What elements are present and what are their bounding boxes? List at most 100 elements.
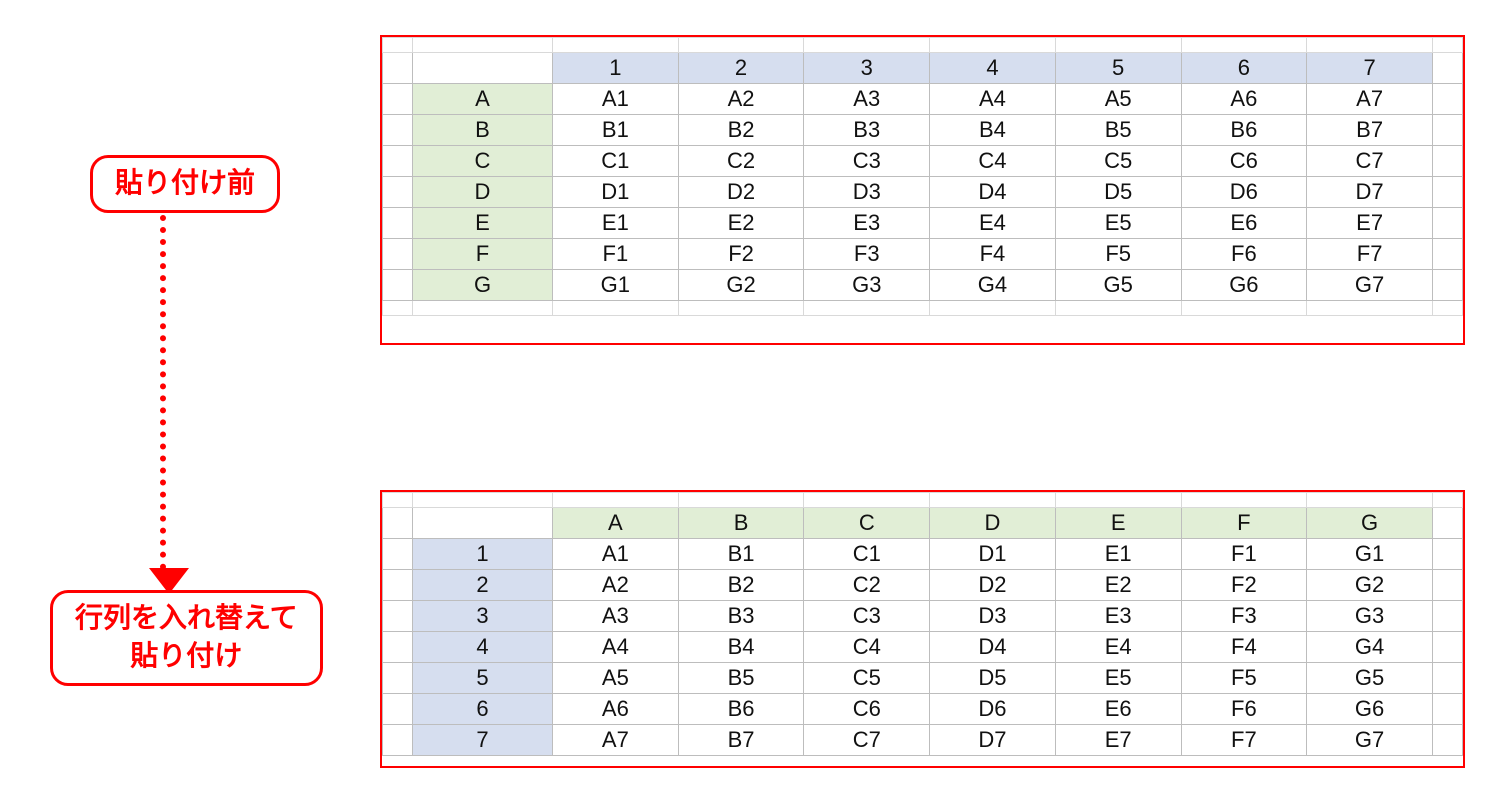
- cell: F2: [1181, 570, 1307, 601]
- cell: G7: [1307, 725, 1433, 756]
- cell: D5: [1055, 177, 1181, 208]
- cell: E5: [1055, 663, 1181, 694]
- cell: F7: [1181, 725, 1307, 756]
- col-header: C: [804, 508, 930, 539]
- cell: G3: [804, 270, 930, 301]
- cell: F4: [1181, 632, 1307, 663]
- cell: D6: [1181, 177, 1307, 208]
- row-header: 7: [413, 725, 553, 756]
- cell: F3: [804, 239, 930, 270]
- cell: D3: [930, 601, 1056, 632]
- cell: G7: [1307, 270, 1433, 301]
- cell: C5: [1055, 146, 1181, 177]
- row-header: F: [413, 239, 553, 270]
- cell: A3: [553, 601, 679, 632]
- cell: A4: [553, 632, 679, 663]
- cell: F7: [1307, 239, 1433, 270]
- cell: F1: [553, 239, 679, 270]
- row-header: 3: [413, 601, 553, 632]
- row-header: A: [413, 84, 553, 115]
- cell: B3: [804, 115, 930, 146]
- cell: D1: [553, 177, 679, 208]
- cell: E3: [804, 208, 930, 239]
- row-header: C: [413, 146, 553, 177]
- cell: A6: [553, 694, 679, 725]
- table-after: A B C D E F G 1A1B1C1D1E1F1G1 2A2B2C2D2E…: [382, 492, 1463, 756]
- cell: A7: [553, 725, 679, 756]
- cell: C7: [804, 725, 930, 756]
- cell: A1: [553, 539, 679, 570]
- row-header: D: [413, 177, 553, 208]
- cell: G1: [1307, 539, 1433, 570]
- cell: A7: [1307, 84, 1433, 115]
- cell: G5: [1055, 270, 1181, 301]
- cell: F5: [1181, 663, 1307, 694]
- row-header: 4: [413, 632, 553, 663]
- col-header: A: [553, 508, 679, 539]
- cell: B2: [678, 115, 804, 146]
- cell: E2: [678, 208, 804, 239]
- row-header: G: [413, 270, 553, 301]
- cell: G6: [1181, 270, 1307, 301]
- col-header: E: [1055, 508, 1181, 539]
- cell: C1: [804, 539, 930, 570]
- cell: E4: [930, 208, 1056, 239]
- col-header: B: [678, 508, 804, 539]
- cell: A1: [553, 84, 679, 115]
- cell: D6: [930, 694, 1056, 725]
- cell: D2: [678, 177, 804, 208]
- cell: B5: [1055, 115, 1181, 146]
- row-header: 6: [413, 694, 553, 725]
- col-header: 5: [1055, 53, 1181, 84]
- row-header: 5: [413, 663, 553, 694]
- cell: C6: [1181, 146, 1307, 177]
- cell: D7: [1307, 177, 1433, 208]
- label-after-line1: 行列を入れ替えて: [75, 602, 298, 633]
- cell: B4: [678, 632, 804, 663]
- cell: E5: [1055, 208, 1181, 239]
- cell: A2: [678, 84, 804, 115]
- cell: G2: [1307, 570, 1433, 601]
- cell: G4: [930, 270, 1056, 301]
- cell: F3: [1181, 601, 1307, 632]
- cell: C4: [804, 632, 930, 663]
- cell: E1: [1055, 539, 1181, 570]
- cell: A3: [804, 84, 930, 115]
- cell: B6: [678, 694, 804, 725]
- cell: E7: [1307, 208, 1433, 239]
- cell: D2: [930, 570, 1056, 601]
- cell: B3: [678, 601, 804, 632]
- cell: C3: [804, 601, 930, 632]
- cell: C2: [678, 146, 804, 177]
- cell: A5: [1055, 84, 1181, 115]
- cell: B1: [553, 115, 679, 146]
- cell: C3: [804, 146, 930, 177]
- col-header: 4: [930, 53, 1056, 84]
- cell: B4: [930, 115, 1056, 146]
- col-header: 2: [678, 53, 804, 84]
- col-header: D: [930, 508, 1056, 539]
- cell: A2: [553, 570, 679, 601]
- table-before: 1 2 3 4 5 6 7 AA1A2A3A4A5A6A7 BB1B2B3B4B…: [382, 37, 1463, 316]
- cell: B2: [678, 570, 804, 601]
- cell: E3: [1055, 601, 1181, 632]
- cell: D7: [930, 725, 1056, 756]
- spreadsheet-before: 1 2 3 4 5 6 7 AA1A2A3A4A5A6A7 BB1B2B3B4B…: [380, 35, 1465, 345]
- cell: E6: [1055, 694, 1181, 725]
- cell: B6: [1181, 115, 1307, 146]
- col-header: F: [1181, 508, 1307, 539]
- col-header: 6: [1181, 53, 1307, 84]
- cell: D3: [804, 177, 930, 208]
- cell: E2: [1055, 570, 1181, 601]
- cell: G5: [1307, 663, 1433, 694]
- col-header: 3: [804, 53, 930, 84]
- row-header: 2: [413, 570, 553, 601]
- col-header: G: [1307, 508, 1433, 539]
- cell: C7: [1307, 146, 1433, 177]
- cell: D5: [930, 663, 1056, 694]
- cell: E1: [553, 208, 679, 239]
- cell: C1: [553, 146, 679, 177]
- cell: G1: [553, 270, 679, 301]
- cell: F5: [1055, 239, 1181, 270]
- label-after-transpose: 行列を入れ替えて 貼り付け: [50, 590, 323, 686]
